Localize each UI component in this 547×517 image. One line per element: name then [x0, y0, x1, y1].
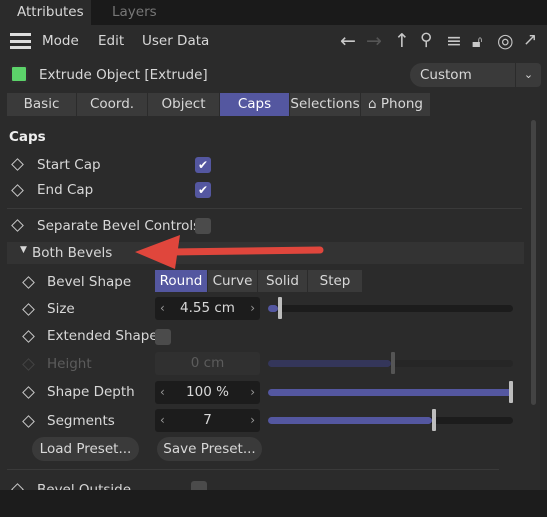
mode-select-value: Custom: [420, 67, 472, 83]
shape-depth-slider[interactable]: [268, 381, 513, 403]
height-label: Height: [47, 356, 92, 372]
load-preset-button[interactable]: Load Preset...: [32, 437, 139, 461]
segments-label: Segments: [47, 413, 115, 429]
tab-selections[interactable]: Selections: [290, 93, 361, 116]
scrollbar[interactable]: [531, 120, 536, 405]
filter-icon[interactable]: ≡: [446, 30, 462, 52]
tab-object[interactable]: Object: [148, 93, 220, 116]
divider: [7, 469, 499, 470]
tab-layers[interactable]: Layers: [95, 0, 174, 25]
segments-slider[interactable]: [268, 409, 513, 431]
menu-mode[interactable]: Mode: [42, 33, 79, 49]
start-cap-checkbox[interactable]: ✔: [195, 157, 211, 173]
height-value: 0 cm: [190, 355, 225, 371]
bevel-outside-label: Bevel Outside: [37, 482, 132, 490]
menu-user-data[interactable]: User Data: [142, 33, 209, 49]
end-cap-checkbox[interactable]: ✔: [195, 182, 211, 198]
size-value: 4.55 cm: [180, 300, 235, 316]
open-window-icon[interactable]: ↗: [523, 30, 537, 50]
tab-coord[interactable]: Coord.: [77, 93, 148, 116]
tab-basic[interactable]: Basic: [7, 93, 77, 116]
bevel-shape-solid[interactable]: Solid: [258, 270, 307, 292]
bevel-shape-step[interactable]: Step: [308, 270, 362, 292]
bevel-shape-round[interactable]: Round: [155, 270, 207, 292]
segments-field[interactable]: ‹ 7 ›: [155, 409, 260, 432]
divider: [7, 208, 522, 209]
height-field: 0 cm: [155, 352, 260, 375]
tab-phong[interactable]: ⌂ Phong: [361, 93, 431, 116]
bevel-shape-label: Bevel Shape: [47, 274, 132, 290]
mode-select[interactable]: Custom ⌄: [410, 63, 541, 87]
arrow-shaft: [166, 246, 324, 256]
back-arrow-icon[interactable]: ←: [340, 30, 356, 52]
shape-depth-label: Shape Depth: [47, 384, 135, 400]
extrude-object-icon: [10, 65, 28, 83]
bevel-outside-checkbox[interactable]: [191, 481, 207, 490]
red-arrow-annotation: [135, 235, 324, 269]
forward-arrow-icon[interactable]: →: [366, 30, 382, 52]
triangle-down-icon[interactable]: ▼: [20, 245, 27, 255]
menu-edit[interactable]: Edit: [98, 33, 124, 49]
shape-depth-field[interactable]: ‹ 100 % ›: [155, 381, 260, 404]
section-caps: Caps: [9, 129, 46, 145]
arrow-head: [135, 235, 180, 269]
tab-attributes[interactable]: Attributes: [0, 0, 91, 25]
extended-shape-label: Extended Shape: [47, 328, 158, 344]
hamburger-menu-icon[interactable]: [10, 33, 31, 49]
height-slider: [268, 352, 513, 374]
keyframe-icon[interactable]: [11, 483, 24, 490]
object-title: Extrude Object [Extrude]: [39, 67, 208, 83]
size-field[interactable]: ‹ 4.55 cm ›: [155, 297, 260, 320]
size-label: Size: [47, 301, 75, 317]
tab-caps[interactable]: Caps: [220, 93, 290, 116]
bevel-outside-row: Bevel Outside: [0, 476, 547, 490]
chevron-down-icon: ⌄: [515, 63, 541, 87]
size-slider[interactable]: [268, 297, 513, 319]
up-arrow-icon[interactable]: ↑: [394, 30, 410, 52]
group-both-bevels[interactable]: Both Bevels: [32, 245, 112, 261]
search-icon[interactable]: ⚲: [420, 30, 432, 50]
segments-value: 7: [203, 412, 212, 428]
end-cap-label: End Cap: [37, 182, 94, 198]
extended-shape-checkbox[interactable]: [155, 329, 171, 345]
shape-depth-value: 100 %: [186, 384, 229, 400]
target-icon[interactable]: ◎: [497, 30, 514, 52]
lock-icon[interactable]: 🔓︎: [472, 32, 482, 52]
start-cap-label: Start Cap: [37, 157, 101, 173]
bevel-shape-curve[interactable]: Curve: [208, 270, 257, 292]
save-preset-button[interactable]: Save Preset...: [157, 437, 262, 461]
